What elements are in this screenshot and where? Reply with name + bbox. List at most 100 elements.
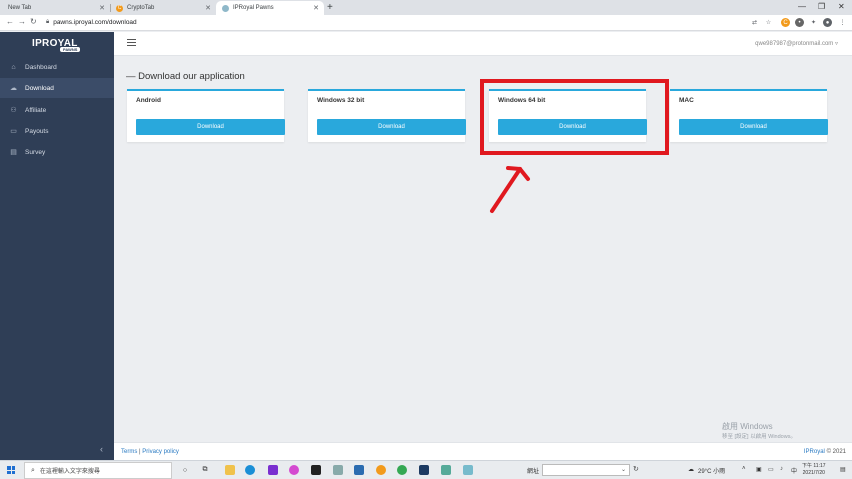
survey-icon: ▤ <box>10 149 17 156</box>
highlight-box <box>480 79 669 155</box>
edge-icon[interactable] <box>245 465 255 475</box>
home-icon: ⌂ <box>11 63 16 71</box>
copyright: IPRoyal © 2021 <box>804 449 846 455</box>
hamburger-menu-icon[interactable] <box>127 39 136 48</box>
sidebar-item-survey[interactable]: ▤ Survey <box>0 142 114 162</box>
taskbar-search-box[interactable]: ⌕ 在這裡輸入文字來搜尋 <box>24 462 172 479</box>
tray-app-icon[interactable]: ▣ <box>756 466 762 473</box>
app-icon[interactable] <box>419 465 429 475</box>
footer: Terms | Privacy policy IPRoyal © 2021 <box>114 442 852 460</box>
menu-kebab-icon[interactable]: ⋮ <box>838 18 847 27</box>
card-title: MAC <box>679 97 694 104</box>
ime-icon[interactable]: 中 <box>791 466 797 475</box>
sidebar: IPROYAL PAWNS ⌂ Dashboard ☁ Download ⚇ A… <box>0 32 114 460</box>
download-card-mac: MAC Download <box>670 89 828 142</box>
tab-title: CryptoTab <box>127 5 155 11</box>
tab-cryptotab[interactable]: C CryptoTab ✕ <box>110 1 216 15</box>
tray-chevron-up-icon[interactable]: ˄ <box>742 466 746 472</box>
sidebar-item-label: Payouts <box>25 127 49 135</box>
translate-icon[interactable]: ⇄ <box>750 18 759 27</box>
sidebar-item-dashboard[interactable]: ⌂ Dashboard <box>0 57 114 77</box>
address-bar[interactable]: 🔒︎ pawns.iproyal.com/download <box>46 16 776 29</box>
extension-icon[interactable]: • <box>795 18 804 27</box>
clock-time: 下午 11:17 <box>802 463 826 469</box>
windows-taskbar: ⌕ 在這裡輸入文字來搜尋 ○ ⧉ 網址 ⌄ ↻ ☁ 29°C 小雨 ˄ ▣ ▭ … <box>0 460 852 479</box>
footer-separator: | <box>139 449 141 455</box>
sidebar-item-label: Affiliate <box>25 106 47 114</box>
cortana-icon[interactable]: ○ <box>180 465 190 475</box>
people-icon: ⚇ <box>10 107 17 114</box>
chevron-down-icon: ▿ <box>834 41 838 47</box>
terms-link[interactable]: Terms <box>121 449 137 455</box>
lock-icon[interactable]: 🔒︎ <box>46 19 49 26</box>
watermark-line2: 移至 [設定] 以啟用 Windows。 <box>722 434 796 440</box>
back-icon[interactable]: ← <box>6 17 14 26</box>
cryptotab-icon: C <box>116 4 123 12</box>
taskbar-address-input[interactable]: ⌄ <box>542 464 630 476</box>
page-title: — Download our application <box>126 71 245 82</box>
network-icon[interactable]: ▭ <box>768 466 774 473</box>
sidebar-item-affiliate[interactable]: ⚇ Affiliate <box>0 100 114 120</box>
taskbar-clock[interactable]: 下午 11:17 2021/7/20 <box>802 463 826 477</box>
browser-toolbar: ← → ↻ 🔒︎ pawns.iproyal.com/download ⇄ ☆ … <box>0 15 852 31</box>
go-icon[interactable]: ↻ <box>633 465 639 473</box>
file-explorer-icon[interactable] <box>225 465 235 475</box>
tab-title: IPRoyal Pawns <box>233 5 274 11</box>
cryptotab-extension-icon[interactable]: C <box>781 18 790 27</box>
maximize-icon[interactable]: ❐ <box>818 2 825 11</box>
terminal-icon[interactable] <box>311 465 321 475</box>
app-icon[interactable] <box>333 465 343 475</box>
app-icon[interactable] <box>463 465 473 475</box>
forward-icon[interactable]: → <box>18 17 26 26</box>
app-icon[interactable] <box>268 465 278 475</box>
minimize-icon[interactable]: — <box>798 2 806 11</box>
download-card-android: Android Download <box>127 89 285 142</box>
browser-tab-strip: New Tab ✕ C CryptoTab ✕ IPRoyal Pawns ✕ … <box>0 0 852 15</box>
privacy-policy-link[interactable]: Privacy policy <box>142 449 179 455</box>
window-close-icon[interactable]: ✕ <box>838 2 845 11</box>
card-title: Windows 32 bit <box>317 97 365 104</box>
download-android-button[interactable]: Download <box>136 119 285 135</box>
clock-date: 2021/7/20 <box>802 470 825 476</box>
chevron-down-icon[interactable]: ⌄ <box>621 466 626 473</box>
taskbar-address-label: 網址 <box>527 469 540 475</box>
photos-icon[interactable] <box>354 465 364 475</box>
new-tab-plus-icon[interactable]: + <box>327 2 333 13</box>
sidebar-item-label: Survey <box>25 148 46 156</box>
bookmark-star-icon[interactable]: ☆ <box>764 18 773 27</box>
close-icon[interactable]: ✕ <box>313 4 319 12</box>
download-mac-button[interactable]: Download <box>679 119 828 135</box>
close-icon[interactable]: ✕ <box>99 4 105 12</box>
watermark-line1: 啟用 Windows <box>722 422 773 431</box>
cloud-download-icon: ☁ <box>10 85 17 92</box>
volume-icon[interactable]: ♪ <box>780 466 783 472</box>
weather-text[interactable]: 29°C 小雨 <box>698 466 725 475</box>
firefox-icon[interactable] <box>289 465 299 475</box>
sidebar-item-payouts[interactable]: ▭ Payouts <box>0 121 114 141</box>
download-windows-32-button[interactable]: Download <box>317 119 466 135</box>
sidebar-item-label: Download <box>25 84 54 92</box>
footer-brand[interactable]: IPRoyal <box>804 449 825 455</box>
logo-badge: PAWNS <box>60 47 81 52</box>
chrome-icon[interactable] <box>397 465 407 475</box>
cryptotab-taskbar-icon[interactable] <box>376 465 386 475</box>
app-icon[interactable] <box>441 465 451 475</box>
puzzle-icon[interactable]: ✦ <box>809 18 818 27</box>
sidebar-item-label: Dashboard <box>25 63 57 71</box>
tab-title: New Tab <box>8 5 32 11</box>
close-icon[interactable]: ✕ <box>205 4 211 12</box>
sidebar-item-download[interactable]: ☁ Download <box>0 78 114 98</box>
notification-icon[interactable]: ▤ <box>840 466 846 473</box>
reload-icon[interactable]: ↻ <box>30 17 37 26</box>
task-view-icon[interactable]: ⧉ <box>200 465 210 475</box>
chevron-left-icon[interactable]: ‹ <box>100 444 103 454</box>
copyright-text: © 2021 <box>826 449 846 455</box>
windows-start-icon[interactable] <box>7 466 15 474</box>
tab-iproyal-pawns[interactable]: IPRoyal Pawns ✕ <box>216 1 324 15</box>
tab-new-tab[interactable]: New Tab ✕ <box>2 1 111 15</box>
user-account-menu[interactable]: qwe987987@protonmail.com ▿ <box>755 40 838 47</box>
weather-icon[interactable]: ☁ <box>688 466 694 473</box>
taskbar-search-placeholder: 在這裡輸入文字來搜尋 <box>39 469 100 475</box>
url-text: pawns.iproyal.com/download <box>53 19 137 26</box>
profile-avatar-icon[interactable]: ● <box>823 18 832 27</box>
